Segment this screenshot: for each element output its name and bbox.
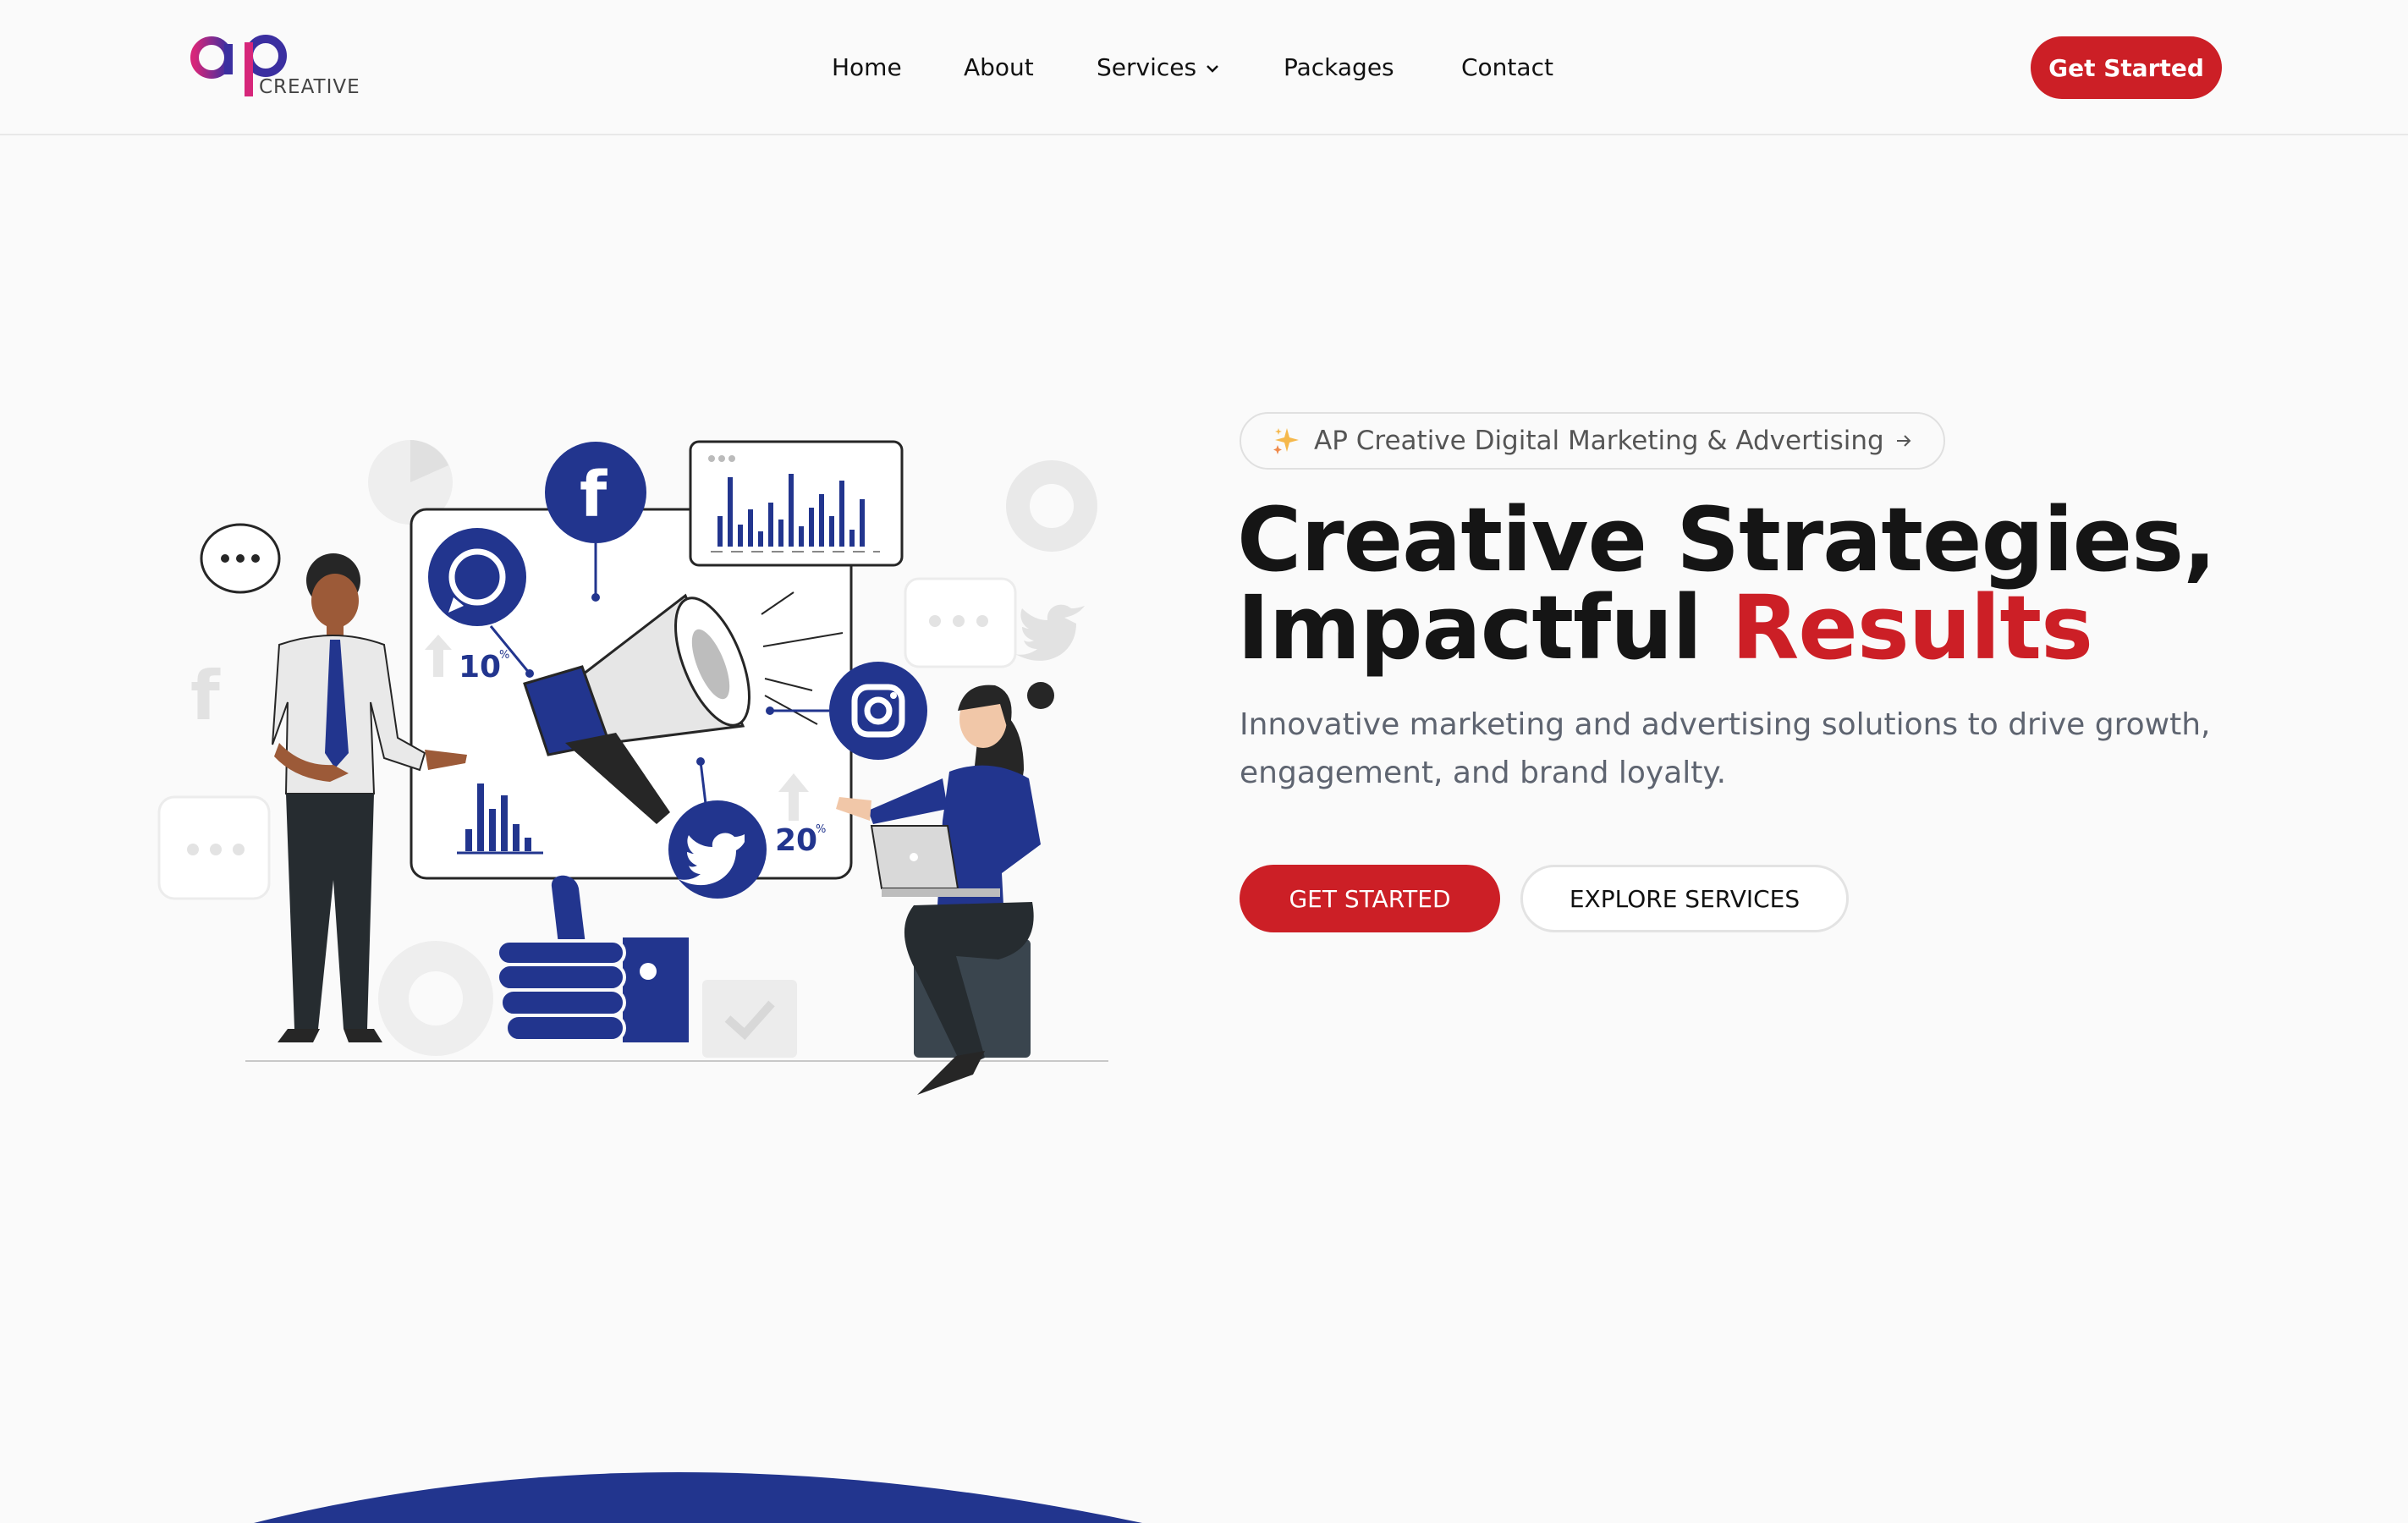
headline-plain: Impactful: [1237, 576, 1702, 679]
svg-text:10: 10: [459, 650, 501, 685]
get-started-button[interactable]: GET STARTED: [1240, 865, 1500, 932]
svg-text:f: f: [190, 657, 221, 735]
header-get-started-button[interactable]: Get Started: [2031, 36, 2222, 99]
svg-text:20: 20: [775, 823, 817, 858]
bottom-wave: [254, 1472, 1142, 1523]
chevron-down-icon: [1207, 65, 1218, 73]
nav-services[interactable]: Services: [1097, 47, 1220, 88]
site-header: ap CREATIVE Home About Services Packages…: [0, 0, 2408, 135]
explore-services-button[interactable]: EXPLORE SERVICES: [1520, 865, 1849, 932]
hero-illustration: f f 10 % 20 %: [157, 440, 1108, 1095]
hero-headline: Creative Strategies, Impactful Results: [1237, 488, 2217, 672]
svg-text:ap: ap: [188, 29, 190, 30]
nav-contact[interactable]: Contact: [1461, 47, 1553, 88]
sparkles-icon: [1273, 428, 1299, 454]
hero-subtitle: Innovative marketing and advertising sol…: [1240, 707, 2211, 790]
svg-text:%: %: [499, 649, 509, 662]
headline-accent: Results: [1731, 576, 2093, 679]
headline-line-1: Creative Strategies,: [1237, 488, 2217, 591]
svg-text:f: f: [580, 459, 607, 531]
hero-badge-text: AP Creative Digital Marketing & Advertis…: [1314, 426, 1884, 456]
thumbs-up-icon: [496, 875, 689, 1042]
hero-badge[interactable]: AP Creative Digital Marketing & Advertis…: [1240, 412, 1945, 470]
nav-services-label: Services: [1097, 53, 1197, 81]
nav-packages[interactable]: Packages: [1284, 47, 1394, 88]
nav-home[interactable]: Home: [832, 47, 902, 88]
nav-about[interactable]: About: [964, 47, 1034, 88]
arrow-right-icon: [1896, 435, 1911, 447]
svg-text:%: %: [816, 823, 826, 836]
bar-chart-icon: [689, 440, 904, 567]
headline-line-2: Impactful Results: [1237, 584, 2216, 672]
